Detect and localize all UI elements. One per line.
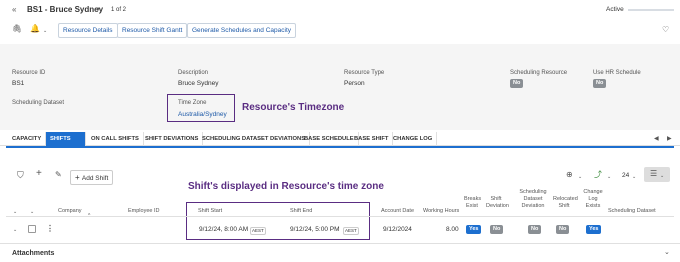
add-shift-plus-icon: +	[75, 173, 82, 182]
status-label: Active	[606, 6, 624, 13]
attachments-expand-chevron-icon[interactable]: ⌄	[664, 249, 670, 257]
col-shift-start[interactable]: Shift Start	[198, 208, 222, 215]
generate-schedules-button[interactable]: Generate Schedules and Capacity	[187, 23, 297, 38]
resource-details-button[interactable]: Resource Details	[58, 23, 118, 38]
cell-account-date: 9/12/2024	[383, 226, 412, 233]
select-all-chevron-icon[interactable]: ⌄	[30, 208, 34, 216]
export-icon[interactable]: ⤴	[594, 171, 602, 179]
breaks-exist-badge: Yes	[466, 225, 482, 234]
tab-scheduling-dataset-deviations[interactable]: SCHEDULING DATASET DEVIATIONS	[198, 132, 311, 146]
timezone-highlight-box	[167, 94, 235, 122]
row-checkbox[interactable]	[28, 225, 36, 233]
bell-icon[interactable]: 🔔	[30, 25, 40, 33]
col-working-hours[interactable]: Working Hours	[423, 208, 459, 215]
col-relocated-shift[interactable]: Relocated Shift	[553, 196, 578, 210]
attachments-title: Attachments	[12, 250, 55, 257]
col-shift-deviation[interactable]: Shift Deviation	[486, 196, 509, 210]
paperclip-icon[interactable]: 🖇	[12, 25, 22, 33]
description-value: Bruce Sydney	[178, 80, 219, 87]
record-title: BS1 - Bruce Sydney	[27, 5, 104, 14]
resource-shift-gantt-button[interactable]: Resource Shift Gantt	[117, 23, 188, 38]
add-icon[interactable]: +	[36, 169, 42, 179]
expand-all-chevron-icon[interactable]: ⌄	[13, 208, 17, 216]
add-shift-button[interactable]: + Add Shift	[70, 170, 114, 185]
list-view-icon: ☰	[650, 169, 658, 178]
tab-bar: CAPACITY SHIFTS ON CALL SHIFTS SHIFT DEV…	[0, 132, 680, 146]
scheduling-dataset-label: Scheduling Dataset	[12, 100, 65, 106]
back-double-chevron-icon[interactable]: «	[12, 6, 16, 14]
col-breaks-exist[interactable]: Breaks Exist	[464, 196, 481, 210]
page-size-chevron-icon[interactable]: ⌄	[632, 173, 636, 181]
header-divider	[6, 216, 674, 217]
globe-chevron-icon[interactable]: ⌄	[578, 173, 582, 181]
col-scheduling-dataset-deviation[interactable]: Scheduling Dataset Deviation	[517, 189, 549, 210]
attachments-panel[interactable]: Attachments ⌄	[0, 243, 680, 262]
scheduling-dataset-deviation-badge: No	[528, 225, 542, 234]
col-employee-id[interactable]: Employee ID	[128, 208, 160, 215]
use-hr-schedule-label: Use HR Schedule	[593, 70, 641, 76]
pager: 1 of 2	[111, 7, 127, 13]
tab-capacity[interactable]: CAPACITY	[8, 132, 47, 146]
resource-type-label: Resource Type	[344, 70, 385, 76]
col-scheduling-dataset[interactable]: Scheduling Dataset	[608, 208, 656, 215]
relocated-shift-badge: No	[556, 225, 570, 234]
status-bar	[628, 9, 674, 11]
chevron-down-icon[interactable]: ▼	[95, 6, 101, 14]
tab-change-log[interactable]: CHANGE LOG	[389, 132, 438, 146]
row-more-icon[interactable]: ⋮	[46, 225, 54, 233]
shift-end-tz-badge: AEST	[343, 227, 359, 235]
cell-shift-end: 9/12/24, 5:00 PM	[290, 226, 340, 233]
export-chevron-icon[interactable]: ⌄	[607, 173, 611, 181]
edit-pencil-icon[interactable]: ✎	[55, 171, 62, 179]
cell-working-hours: 8.00	[446, 226, 459, 233]
tab-shift-deviations[interactable]: SHIFT DEVIATIONS	[141, 132, 204, 146]
view-chevron-icon: ⌄	[660, 173, 665, 179]
page-size-select[interactable]: 24	[622, 172, 629, 179]
table-row[interactable]: ⌄ ⋮ 9/12/24, 8:00 AM AEST 9/12/24, 5:00 …	[6, 218, 674, 240]
resource-timezone-annotation: Resource's Timezone	[242, 102, 345, 113]
cell-shift-start: 9/12/24, 8:00 AM	[199, 226, 249, 233]
tab-underline	[6, 146, 674, 148]
view-toggle-button[interactable]: ☰ ⌄	[644, 167, 670, 182]
shift-start-tz-badge: AEST	[250, 227, 266, 235]
resource-id-value: BS1	[12, 80, 25, 87]
scheduling-resource-badge[interactable]: No	[510, 79, 524, 88]
scheduling-resource-label: Scheduling Resource	[510, 70, 568, 76]
col-shift-end[interactable]: Shift End	[290, 208, 312, 215]
use-hr-schedule-badge[interactable]: No	[593, 79, 607, 88]
add-shift-label: Add Shift	[81, 175, 109, 182]
tab-on-call-shifts[interactable]: ON CALL SHIFTS	[87, 132, 144, 146]
tab-scroll-right-icon[interactable]: ▶	[667, 135, 672, 143]
col-change-log-exists[interactable]: Change Log Exists	[583, 189, 603, 210]
shift-deviation-badge: No	[490, 225, 504, 234]
header-bar: « BS1 - Bruce Sydney ▼ 1 of 2 Active	[0, 0, 680, 22]
description-label: Description	[178, 70, 209, 76]
form-panel	[0, 44, 680, 130]
change-log-exists-badge: Yes	[586, 225, 602, 234]
row-expand-chevron-icon[interactable]: ⌄	[13, 226, 17, 234]
heart-icon[interactable]: ♡	[662, 26, 669, 34]
shift-timezone-annotation: Shift's displayed in Resource's time zon…	[188, 181, 384, 192]
tab-base-shift[interactable]: BASE SHIFT	[350, 132, 394, 146]
globe-icon[interactable]: ⊕	[566, 171, 573, 179]
resource-id-label: Resource ID	[12, 70, 46, 76]
tab-shifts[interactable]: SHIFTS	[46, 132, 86, 146]
tab-scroll-left-icon[interactable]: ◀	[654, 135, 659, 143]
col-company[interactable]: Company	[58, 208, 82, 215]
col-account-date[interactable]: Account Date	[381, 208, 414, 215]
filter-icon[interactable]: ⛉	[17, 171, 24, 180]
bell-dropdown-chevron-icon[interactable]: ⌄	[43, 27, 47, 35]
resource-type-value: Person	[344, 80, 365, 87]
